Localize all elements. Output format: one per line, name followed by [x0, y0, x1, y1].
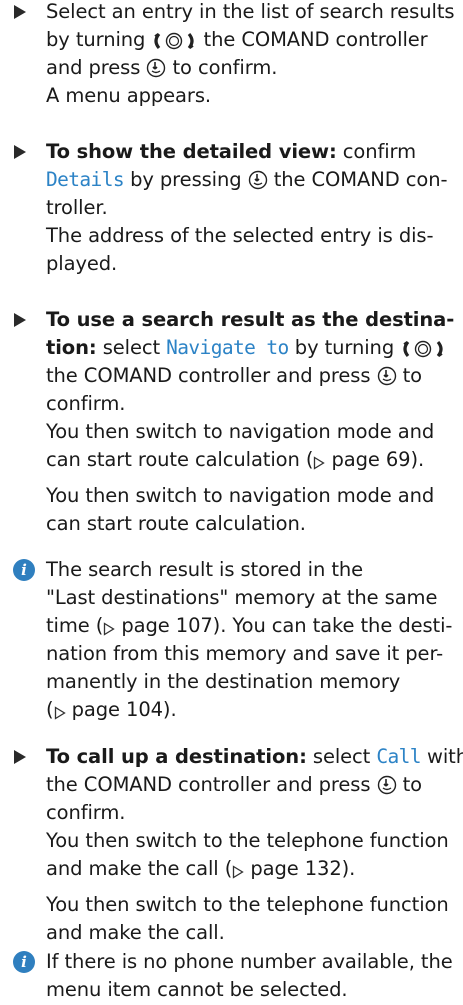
text-run: to confirm.	[166, 56, 278, 79]
info-icon-wrapper: i	[11, 554, 35, 585]
text-run: If there is no phone number available, t…	[46, 950, 453, 973]
text-run: by pressing	[123, 168, 248, 191]
note-text-line: nation from this memory and save it per-	[46, 638, 443, 669]
text-run: menu item cannot be selected.	[46, 978, 348, 1001]
text-run: confirm.	[46, 392, 126, 415]
text-run: to	[396, 364, 423, 387]
press-controller-icon	[248, 168, 268, 199]
text-run: troller.	[46, 196, 108, 219]
text-run: confirm.	[46, 801, 126, 824]
text-run: by turning	[288, 336, 401, 359]
note-text-line: menu item cannot be selected.	[46, 974, 348, 1005]
text-run: played.	[46, 252, 118, 275]
text-run: To show the detailed view:	[46, 140, 337, 163]
info-icon: i	[13, 559, 35, 581]
info-icon-wrapper: i	[11, 946, 35, 977]
step-text-line: tion: select Navigate to by turning	[46, 332, 446, 363]
text-run: page 69).	[325, 448, 425, 471]
text-run: the COMAND controller	[197, 28, 428, 51]
text-run: You then switch to the telephone functio…	[46, 893, 449, 916]
note-text-line: "Last destinations" memory at the same	[46, 582, 437, 613]
triangle-bullet-icon	[14, 136, 29, 167]
text-run: page 104).	[65, 698, 177, 721]
text-run: confirm	[336, 140, 417, 163]
text-run: the COMAND controller and press	[46, 773, 377, 796]
info-icon: i	[13, 951, 35, 973]
press-controller-icon	[377, 364, 397, 395]
result-text-line: You then switch to the telephone functio…	[46, 825, 449, 856]
result-text-line: The address of the selected entry is dis…	[46, 220, 434, 251]
text-run: manently in the destination memory	[46, 670, 401, 693]
result-text-line: You then switch to the telephone functio…	[46, 889, 449, 920]
triangle-bullet-icon	[14, 741, 29, 772]
text-run: and press	[46, 56, 147, 79]
text-run: to	[396, 773, 423, 796]
text-run: You then switch to navigation mode and	[46, 420, 435, 443]
result-text-line: A menu appears.	[46, 80, 211, 111]
result-text-line: You then switch to navigation mode and	[46, 480, 434, 511]
text-run: the COMAND controller and press	[46, 364, 377, 387]
text-run: page 107). You can take the desti-	[115, 614, 453, 637]
text-run: To use a search result as the destina-	[46, 308, 455, 331]
result-text-line: played.	[46, 248, 117, 279]
page-reference-triangle-icon	[313, 448, 326, 479]
menu-item-details: Details	[46, 168, 125, 191]
text-run: You then switch to navigation mode and	[46, 484, 435, 507]
text-run: time (	[46, 614, 104, 637]
press-controller-icon	[377, 773, 397, 804]
text-run: can start route calculation.	[46, 512, 306, 535]
result-text-line: You then switch to navigation mode and	[46, 416, 434, 447]
result-text-line: and make the call ( page 132).	[46, 853, 355, 884]
text-run: select	[96, 336, 167, 359]
note-text-line: time ( page 107). You can take the desti…	[46, 610, 452, 641]
text-run: with	[426, 745, 463, 768]
step-text-line: To call up a destination: select Call wi…	[46, 741, 463, 772]
page-reference-triangle-icon	[54, 698, 66, 729]
text-run: "Last destinations" memory at the same	[46, 586, 438, 609]
menu-item-navigate-to: Navigate to	[166, 336, 289, 359]
text-run: the COMAND con-	[267, 168, 448, 191]
text-run: and make the call.	[46, 921, 225, 944]
step-text-line: the COMAND controller and press to	[46, 360, 422, 391]
note-text-line: If there is no phone number available, t…	[46, 946, 453, 977]
page-reference-triangle-icon	[232, 857, 244, 888]
text-run: To call up a destination:	[46, 745, 307, 768]
text-run: by turning	[46, 28, 152, 51]
text-run: You then switch to the telephone functio…	[46, 829, 449, 852]
text-run: The address of the selected entry is dis…	[46, 224, 434, 247]
result-text-line: and make the call.	[46, 917, 225, 948]
step-text-line: To show the detailed view: confirm	[46, 136, 416, 167]
triangle-bullet-icon	[14, 304, 29, 335]
step-text-line: and press to confirm.	[46, 52, 277, 83]
step-text-line: confirm.	[46, 797, 125, 828]
step-text-line: troller.	[46, 192, 108, 223]
manual-page: Select an entry in the list of search re…	[0, 0, 463, 1003]
result-text-line: can start route calculation ( page 69).	[46, 444, 424, 475]
text-run: can start route calculation (	[46, 448, 314, 471]
step-text-line: To use a search result as the destina-	[46, 304, 454, 335]
step-text-line: Select an entry in the list of search re…	[46, 0, 455, 27]
triangle-bullet-icon	[14, 0, 29, 27]
text-run: select	[306, 745, 377, 768]
text-run: A menu appears.	[46, 84, 211, 107]
text-run: (	[46, 698, 54, 721]
menu-item-call: Call	[376, 745, 421, 768]
text-run: nation from this memory and save it per-	[46, 642, 444, 665]
note-text-line: ( page 104).	[46, 694, 177, 725]
step-text-line: the COMAND controller and press to	[46, 769, 422, 800]
step-text-line: confirm.	[46, 388, 125, 419]
text-run: tion:	[46, 336, 97, 359]
text-run: page 132).	[244, 857, 356, 880]
text-run: Select an entry in the list of search re…	[46, 0, 455, 23]
note-text-line: The search result is stored in the	[46, 554, 363, 585]
step-text-line: by turning the COMAND controller	[46, 24, 428, 55]
result-text-line: can start route calculation.	[46, 508, 306, 539]
text-run: and make the call (	[46, 857, 233, 880]
note-text-line: manently in the destination memory	[46, 666, 400, 697]
text-run: The search result is stored in the	[46, 558, 364, 581]
step-text-line: Details by pressing the COMAND con-	[46, 164, 448, 195]
